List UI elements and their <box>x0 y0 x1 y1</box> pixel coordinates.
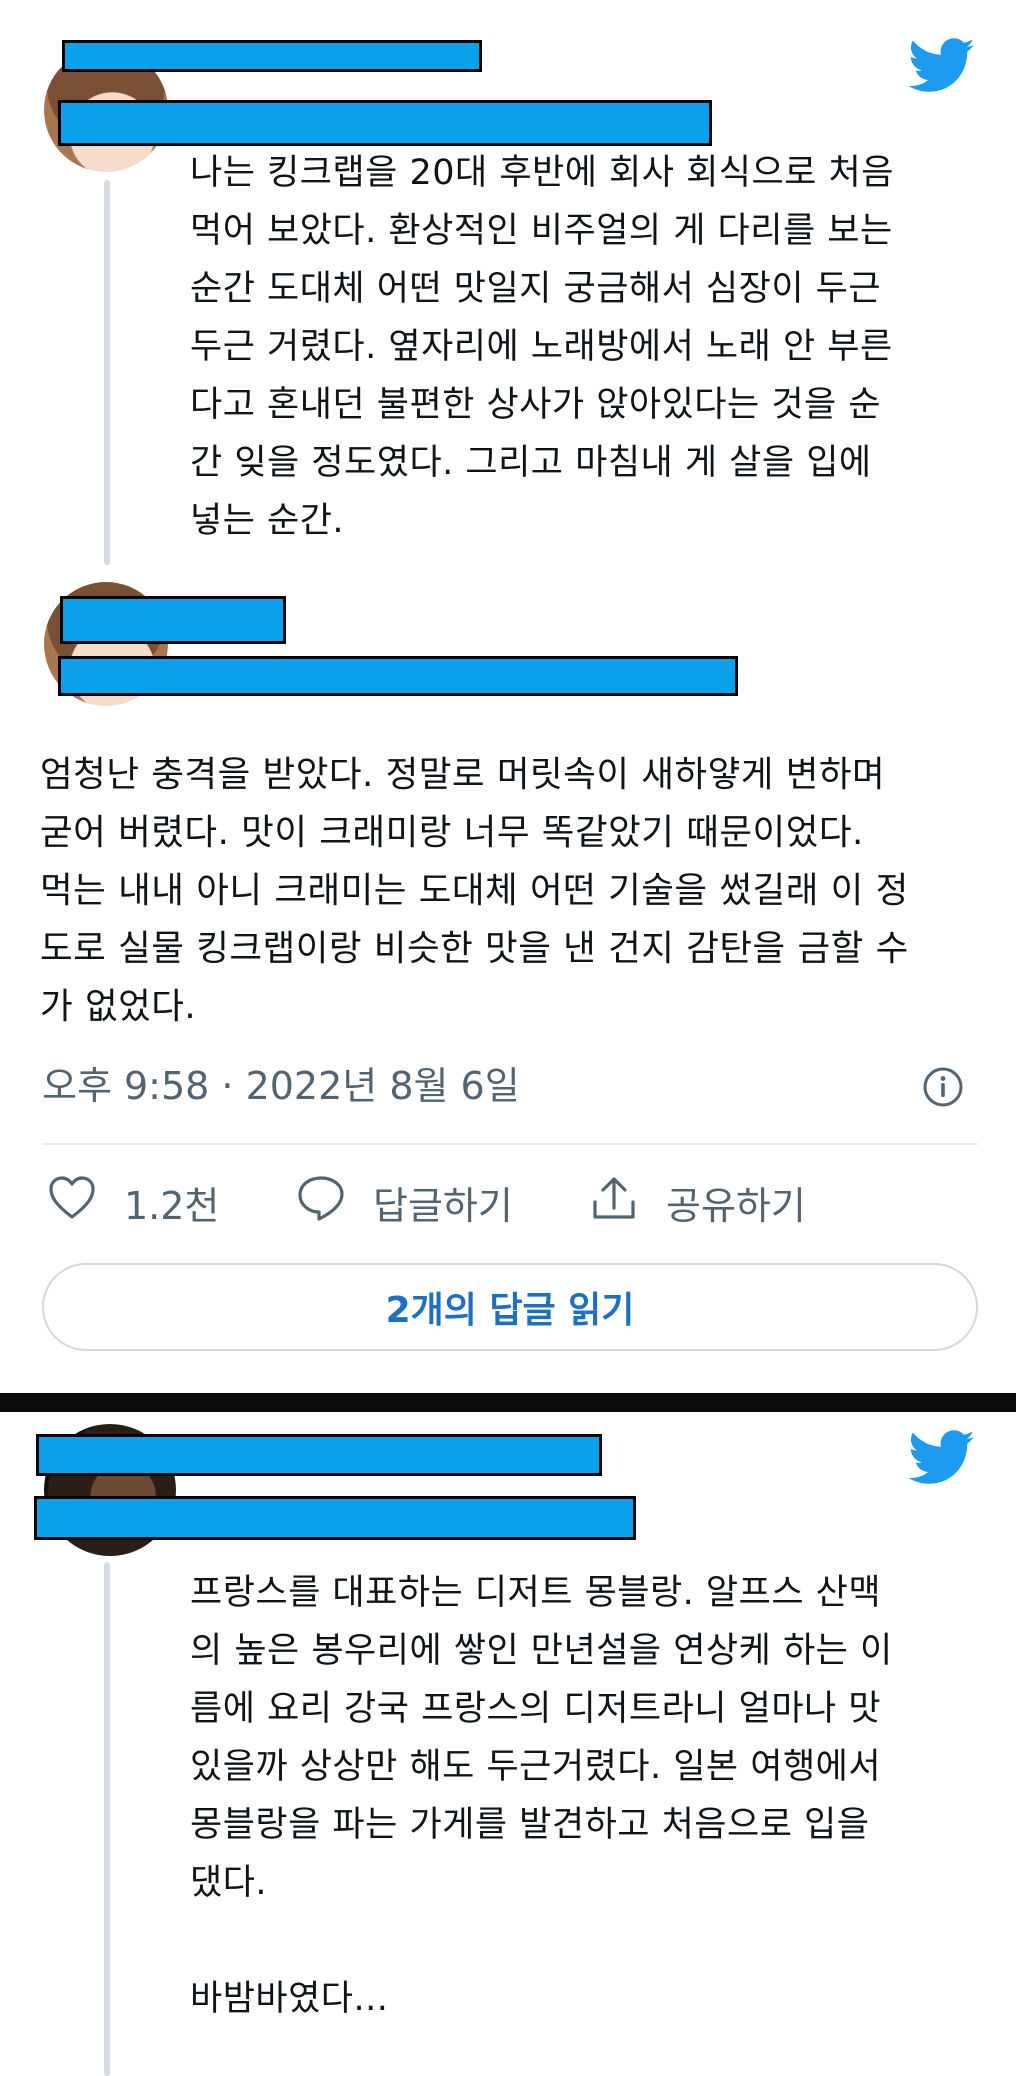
share-button[interactable]: 공유하기 <box>588 1172 806 1232</box>
redacted-username <box>58 100 712 146</box>
tweet-timestamp: 오후 9:58 · 2022년 8월 6일 <box>42 1064 520 1108</box>
tweet-card-1: 나는 킹크랩을 20대 후반에 회사 회식으로 처음 먹어 보았다. 환상적인 … <box>0 0 1016 1393</box>
redacted-username <box>34 1496 636 1540</box>
reply-button[interactable]: 답글하기 <box>295 1172 513 1232</box>
tweet-text: 나는 킹크랩을 20대 후반에 회사 회식으로 처음 먹어 보았다. 환상적인 … <box>190 153 894 541</box>
like-button[interactable]: 1.2천 <box>46 1172 219 1232</box>
divider <box>42 1143 977 1145</box>
share-icon <box>588 1172 640 1233</box>
redacted-display-name <box>36 1434 602 1476</box>
tweet-card-2: 프랑스를 대표하는 디저트 몽블랑. 알프스 산맥 의 높은 봉우리에 쌓인 만… <box>0 1412 1016 2076</box>
twitter-bird-icon <box>908 38 976 94</box>
read-replies-label: 2개의 답글 읽기 <box>385 1290 635 1331</box>
tweet-text: 프랑스를 대표하는 디저트 몽블랑. 알프스 산맥 의 높은 봉우리에 쌓인 만… <box>190 1573 893 2019</box>
reply-label: 답글하기 <box>373 1183 513 1228</box>
thread-connector-line <box>104 180 110 565</box>
heart-icon <box>46 1172 98 1233</box>
twitter-bird-icon <box>908 1430 976 1486</box>
redacted-display-name <box>62 40 482 72</box>
thread-connector-line <box>104 1562 110 2076</box>
read-replies-button[interactable]: 2개의 답글 읽기 <box>42 1263 978 1351</box>
like-count: 1.2천 <box>124 1183 220 1228</box>
share-label: 공유하기 <box>666 1183 806 1228</box>
redacted-display-name <box>60 596 286 644</box>
redacted-username <box>58 656 738 696</box>
reply-bubble-icon <box>295 1172 347 1233</box>
tweet-text: 엄청난 충격을 받았다. 정말로 머릿속이 새하얗게 변하며 굳어 버렸다. 맛… <box>40 754 909 1027</box>
info-icon[interactable] <box>922 1066 964 1108</box>
card-separator <box>0 1393 1016 1412</box>
